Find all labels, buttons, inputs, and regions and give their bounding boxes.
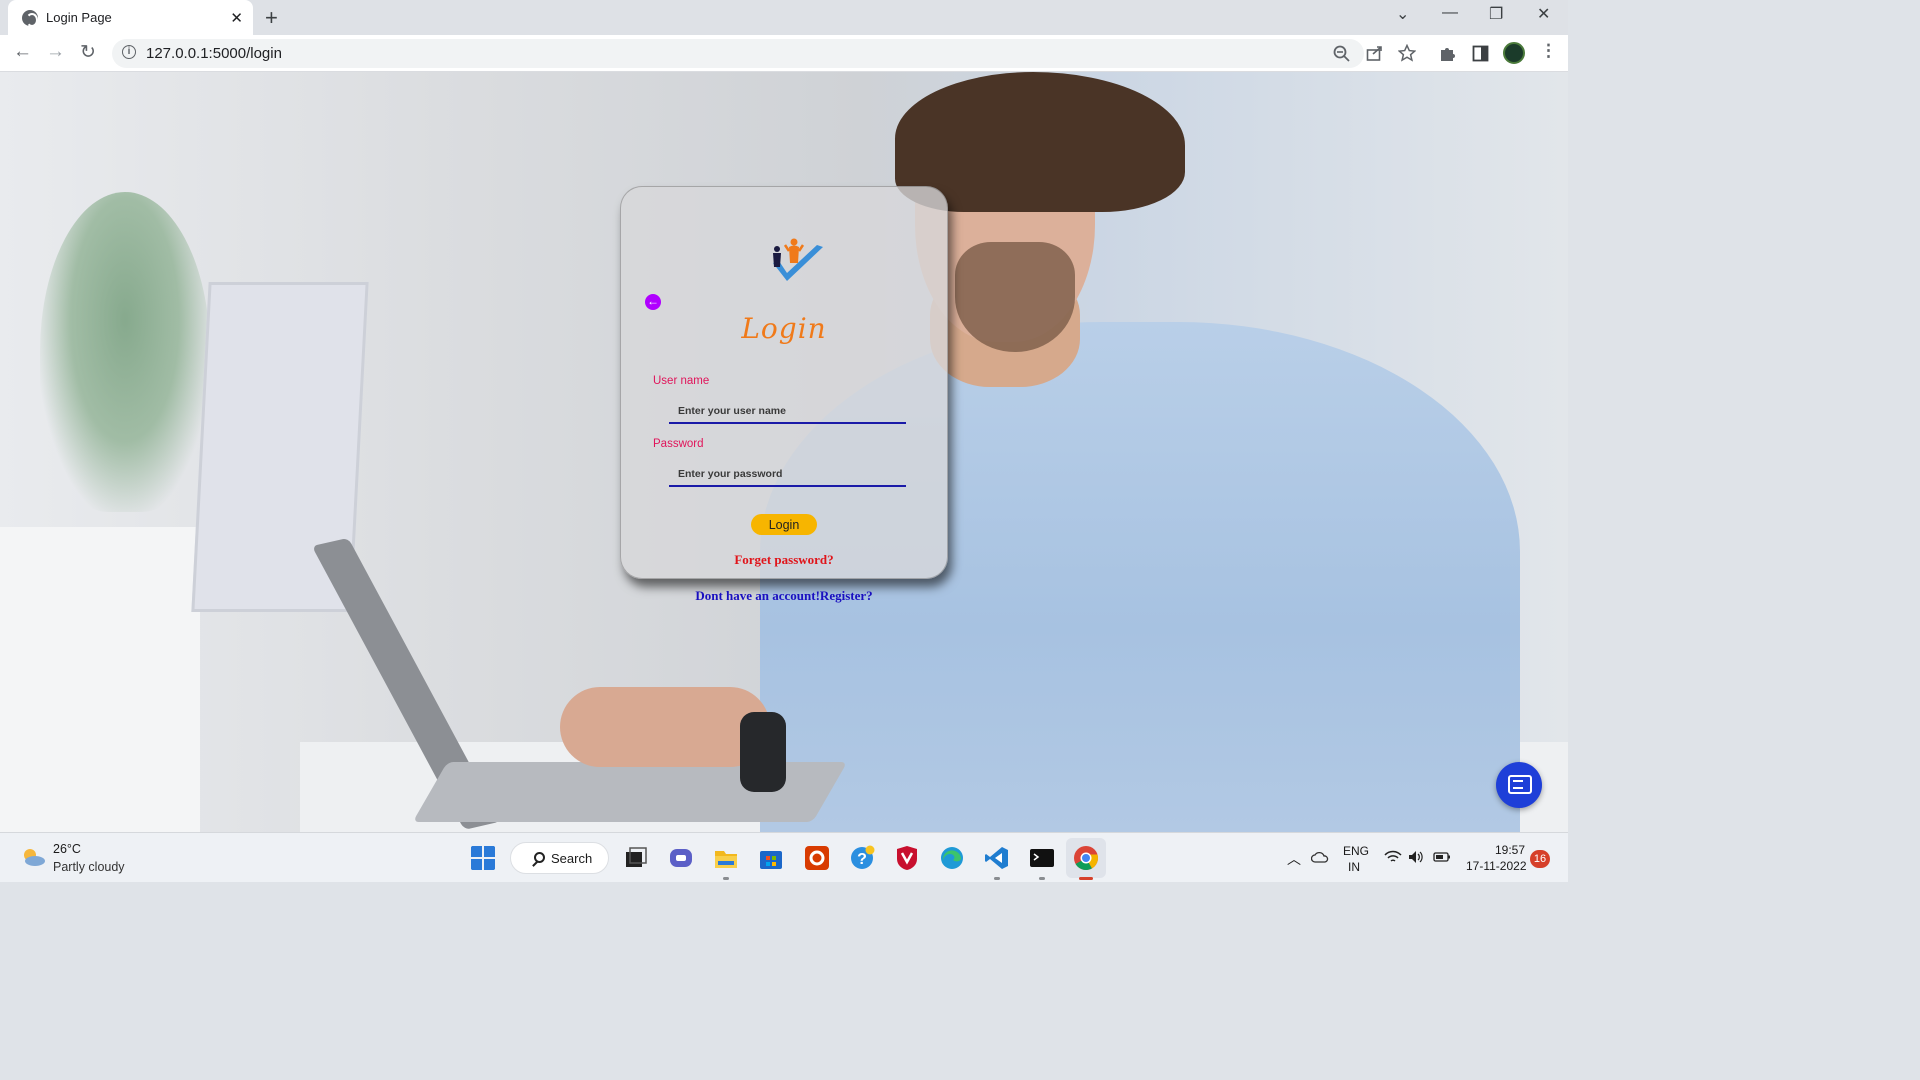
windows-start-icon[interactable] — [470, 845, 496, 871]
terminal-icon[interactable] — [1029, 845, 1055, 871]
url-text[interactable]: 127.0.0.1:5000/login — [146, 45, 282, 62]
clock-time[interactable]: 19:57 — [1495, 843, 1525, 857]
clock-date[interactable]: 17-11-2022 — [1466, 859, 1527, 873]
tab-close-icon[interactable]: ✕ — [230, 9, 243, 27]
running-indicator — [723, 877, 729, 880]
browser-tab[interactable]: Login Page ✕ — [8, 0, 253, 35]
share-icon[interactable] — [1366, 45, 1383, 62]
tab-search-dropdown-icon[interactable]: ⌄ — [1396, 4, 1409, 24]
edge-icon[interactable] — [939, 845, 965, 871]
battery-icon[interactable] — [1433, 851, 1451, 863]
username-input[interactable] — [669, 399, 906, 424]
new-tab-button[interactable]: + — [265, 5, 278, 31]
login-title: Login — [741, 312, 827, 345]
microsoft-store-icon[interactable] — [758, 845, 784, 871]
app-logo — [773, 238, 823, 281]
active-indicator — [1079, 877, 1093, 880]
file-explorer-icon[interactable] — [713, 845, 739, 871]
vscode-icon[interactable] — [984, 845, 1010, 871]
background-hand — [560, 687, 770, 767]
weather-temperature[interactable]: 26°C — [53, 842, 81, 856]
taskbar-search-label: Search — [551, 851, 593, 866]
region-indicator[interactable]: IN — [1348, 860, 1360, 874]
bookmark-star-icon[interactable] — [1398, 44, 1416, 62]
forward-button[interactable]: → — [46, 41, 65, 63]
volume-icon[interactable] — [1408, 850, 1424, 864]
partly-cloudy-icon[interactable] — [20, 847, 46, 867]
globe-favicon-icon — [22, 9, 38, 27]
onedrive-cloud-icon[interactable] — [1311, 851, 1329, 863]
weather-description[interactable]: Partly cloudy — [53, 860, 125, 874]
chevron-up-icon[interactable]: ︿ — [1287, 849, 1301, 869]
browser-toolbar: ← → ↻ i 127.0.0.1:5000/login ⋮ — [0, 35, 1568, 72]
side-panel-icon[interactable] — [1472, 45, 1489, 62]
browser-tab-bar: Login Page ✕ + ⌄ — ❐ ✕ — [0, 0, 1568, 35]
office-icon[interactable] — [804, 845, 830, 871]
back-arrow-icon[interactable]: ← — [645, 294, 661, 310]
running-indicator — [994, 877, 1000, 880]
notification-badge[interactable]: 16 — [1530, 850, 1550, 868]
language-indicator[interactable]: ENG — [1343, 844, 1369, 858]
tab-title: Login Page — [46, 10, 112, 25]
password-input[interactable] — [669, 462, 906, 487]
extensions-icon[interactable] — [1439, 45, 1456, 62]
site-info-icon[interactable]: i — [122, 45, 136, 59]
svg-text:?: ? — [857, 851, 867, 868]
taskbar-search[interactable]: Search — [510, 842, 609, 874]
chat-icon[interactable] — [1496, 762, 1542, 808]
username-label: User name — [653, 375, 710, 387]
address-bar[interactable]: i 127.0.0.1:5000/login — [112, 39, 1364, 68]
running-indicator — [1039, 877, 1045, 880]
menu-icon[interactable]: ⋮ — [1540, 41, 1557, 61]
taskbar: 26°C Partly cloudy Search ? ︿ ENG IN 19:… — [0, 832, 1568, 882]
restore-button[interactable]: ❐ — [1489, 4, 1503, 24]
close-window-button[interactable]: ✕ — [1537, 4, 1550, 24]
register-link[interactable]: Dont have an account!Register? — [620, 588, 948, 604]
login-button[interactable]: Login — [751, 514, 817, 535]
teams-chat-icon[interactable] — [668, 845, 694, 871]
zoom-icon[interactable] — [1333, 45, 1350, 62]
background-plant — [40, 192, 210, 512]
background-watch — [740, 712, 786, 792]
background-person-beard — [955, 242, 1075, 352]
chrome-icon[interactable] — [1073, 845, 1099, 871]
minimize-button[interactable]: — — [1442, 4, 1458, 22]
mcafee-icon[interactable] — [894, 845, 920, 871]
background-planter — [0, 527, 200, 832]
search-icon — [534, 852, 545, 863]
wifi-icon[interactable] — [1384, 850, 1402, 864]
profile-avatar[interactable] — [1503, 42, 1525, 64]
password-label: Password — [653, 438, 704, 450]
reload-button[interactable]: ↻ — [80, 41, 96, 64]
forget-password-link[interactable]: Forget password? — [620, 552, 948, 568]
help-icon[interactable]: ? — [849, 845, 875, 871]
back-button[interactable]: ← — [13, 41, 32, 63]
task-view-icon[interactable] — [623, 845, 649, 871]
